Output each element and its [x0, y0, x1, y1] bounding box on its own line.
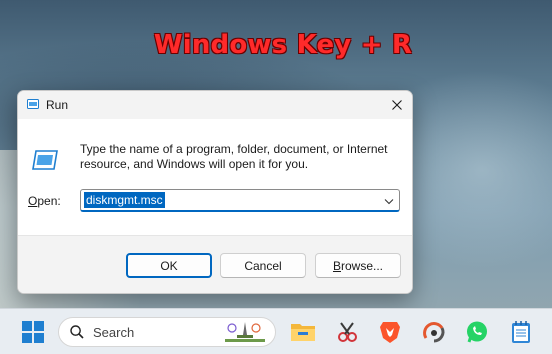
window-title: Run	[46, 98, 69, 112]
taskbar-whatsapp[interactable]	[462, 317, 492, 347]
overlay-caption: Windows Key + R	[153, 30, 413, 60]
taskbar-file-explorer[interactable]	[288, 317, 318, 347]
open-combobox[interactable]: diskmgmt.msc	[80, 189, 400, 212]
title-bar[interactable]: Run	[18, 91, 412, 119]
taskbar-notepad[interactable]	[506, 317, 536, 347]
taskbar-brave[interactable]	[375, 317, 405, 347]
close-button[interactable]	[382, 91, 412, 119]
taskbar-snipping-tool[interactable]	[332, 317, 362, 347]
file-explorer-icon	[291, 324, 315, 341]
whatsapp-icon	[467, 321, 487, 343]
ok-button[interactable]: OK	[126, 253, 212, 278]
dialog-body: Type the name of a program, folder, docu…	[18, 119, 412, 235]
run-program-icon	[32, 150, 58, 170]
search-icon	[70, 325, 84, 339]
open-label: Open:	[28, 194, 61, 208]
dialog-description: Type the name of a program, folder, docu…	[80, 142, 388, 171]
open-input-value[interactable]: diskmgmt.msc	[84, 192, 165, 208]
start-button[interactable]	[18, 317, 48, 347]
close-icon	[392, 100, 402, 110]
brave-browser-icon	[380, 322, 400, 343]
run-dialog: Run Type the name of a program, folder, …	[17, 90, 413, 294]
taskbar-search[interactable]: Search	[58, 317, 276, 347]
app-icon	[423, 322, 445, 343]
taskbar-app[interactable]	[419, 317, 449, 347]
browse-button[interactable]: Browse...	[315, 253, 401, 278]
chevron-down-icon[interactable]	[383, 195, 395, 207]
taskbar: Search	[0, 308, 552, 354]
run-icon	[27, 99, 39, 109]
search-highlight-icon	[225, 322, 265, 342]
dialog-footer: OK Cancel Browse...	[18, 235, 412, 293]
windows-logo-icon	[22, 321, 44, 343]
notepad-icon	[512, 321, 530, 343]
snipping-tool-icon	[338, 322, 357, 342]
cancel-button[interactable]: Cancel	[220, 253, 306, 278]
search-placeholder: Search	[93, 325, 135, 340]
